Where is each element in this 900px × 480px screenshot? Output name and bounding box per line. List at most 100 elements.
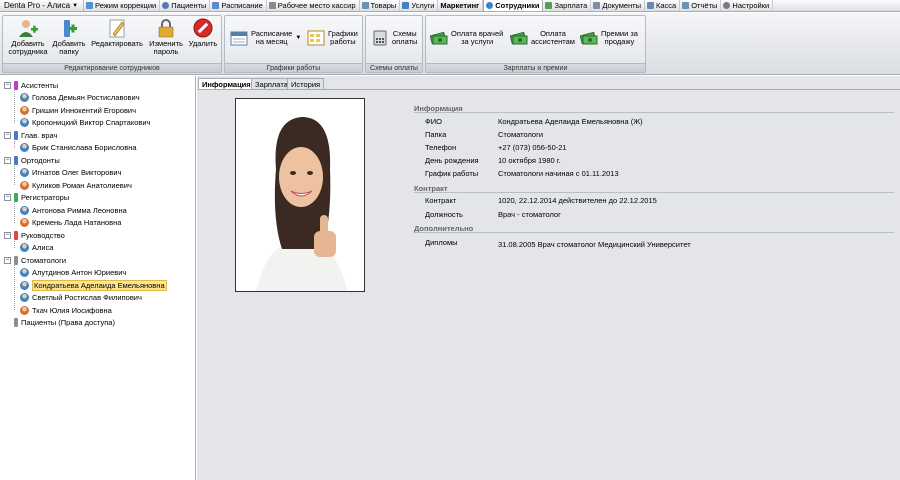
money-icon <box>579 30 598 46</box>
work-schedules-button[interactable]: Графики работы <box>307 30 358 46</box>
person-icon <box>20 105 29 115</box>
tab-goods[interactable]: Товары <box>360 0 401 11</box>
assistant-pay-button[interactable]: Оплата ассистентам <box>509 30 575 46</box>
tree-item-label: Алиса <box>32 243 54 252</box>
app-title: Denta Pro - Алиса <box>4 0 71 10</box>
tree-group[interactable]: − Асистенты <box>4 79 58 91</box>
birthday-value: 10 октября 1980 г. <box>498 156 561 165</box>
tree-item-label: Игнатов Олег Викторович <box>32 168 122 177</box>
tree-item-label: Брик Станислава Борисловна <box>32 143 137 152</box>
money-icon <box>429 30 448 46</box>
tab-label: Товары <box>370 0 397 10</box>
tab-patients[interactable]: Пациенты <box>160 0 211 11</box>
change-password-button[interactable]: Изменить пароль <box>147 18 185 56</box>
fio-value: Кондратьева Аделаида Емельяновна (Ж) <box>498 117 643 126</box>
services-icon <box>402 2 410 9</box>
person-icon <box>20 305 29 315</box>
app-menu[interactable]: Denta Pro - Алиса ▼ <box>0 0 85 11</box>
tree-connector <box>14 164 15 185</box>
position-label: Должность <box>425 210 463 219</box>
tree-item-employee[interactable]: Брик Станислава Борисловна <box>20 142 137 154</box>
monthly-schedule-button[interactable]: Расписание на месяц ▼ <box>230 30 301 46</box>
tab-cashier[interactable]: Рабочее место кассир <box>267 0 360 11</box>
schedule-label: График работы <box>425 169 479 178</box>
person-icon <box>20 280 29 290</box>
mode-icon <box>86 2 94 9</box>
reports-icon <box>682 2 690 9</box>
tree-group[interactable]: − Глав. врач <box>4 129 57 141</box>
tab-cash[interactable]: Касса <box>645 0 681 11</box>
phone-label: Телефон <box>425 143 457 152</box>
person-icon <box>20 205 29 215</box>
tree-group-label: Асистенты <box>21 80 59 90</box>
delete-button[interactable]: Удалить <box>187 18 219 48</box>
tab-label: Маркетинг <box>440 0 480 10</box>
tab-settings[interactable]: Настройки <box>721 0 774 11</box>
payment-schemes-button[interactable]: Схемы оплаты <box>371 30 417 46</box>
staff-tree[interactable]: − Асистенты Голова Демьян Ростиславович Гри… <box>0 76 196 480</box>
money-icon <box>509 30 528 46</box>
collapse-toggle-icon[interactable]: − <box>4 81 11 89</box>
fio-label: ФИО <box>425 117 442 126</box>
tab-schedule[interactable]: Расписание <box>210 0 267 11</box>
button-label: работы <box>330 37 356 46</box>
collapse-toggle-icon[interactable]: − <box>4 194 11 201</box>
tab-staff[interactable]: Сотрудники <box>483 0 544 11</box>
edit-button[interactable]: Редактировать <box>89 18 145 48</box>
tree-item-employee[interactable]: Антонова Римма Леоновна <box>20 204 127 216</box>
tree-item-employee[interactable]: Светлый Ростислав Филипович <box>20 292 142 304</box>
button-label: пароль <box>153 47 179 56</box>
tree-item-employee[interactable]: Гришин Иннокентий Егорович <box>20 104 136 116</box>
tree-item-employee[interactable]: Алиса <box>20 242 54 254</box>
ribbon-group-label: Графики работы <box>225 63 362 72</box>
tree-item-employee[interactable]: Куликов Роман Анатолиевич <box>20 179 132 191</box>
tree-group[interactable]: − Ортодонты <box>4 154 60 166</box>
tab-history[interactable]: История <box>287 78 325 89</box>
button-label: оплаты <box>392 37 418 46</box>
contract-value: 1020, 22.12.2014 действителен до 22.12.2… <box>498 196 657 205</box>
collapse-toggle-icon[interactable]: − <box>4 231 11 239</box>
collapse-toggle-icon[interactable]: − <box>4 131 11 139</box>
lock-icon <box>155 18 177 38</box>
tree-item-label: Гришин Иннокентий Егорович <box>32 105 137 115</box>
folder-icon <box>14 318 18 327</box>
tree-item-employee[interactable]: Кремень Лада Натановна <box>20 217 121 229</box>
tab-salary[interactable]: Зарплата <box>251 78 292 89</box>
tab-services[interactable]: Услуги <box>400 0 439 11</box>
collapse-toggle-icon[interactable]: − <box>4 156 11 164</box>
ribbon-group-salaries: Оплата врачей за услуги Оплата ассистент… <box>425 15 646 73</box>
person-icon <box>20 143 29 152</box>
tab-salary[interactable]: Зарплата <box>543 0 592 11</box>
person-icon <box>20 268 29 277</box>
tree-item-employee[interactable]: Кропоницкий Виктор Спартакович <box>20 117 150 129</box>
tab-label: Зарплата <box>554 0 588 10</box>
salary-icon <box>545 2 553 9</box>
button-label: папку <box>59 47 79 56</box>
tab-reports[interactable]: Отчёты <box>680 0 722 11</box>
button-label: за услуги <box>461 37 494 46</box>
tree-item-employee[interactable]: Ткач Юлия Иосифовна <box>20 304 112 316</box>
tree-item-employee[interactable]: Кондратьева Аделаида Емельяновна <box>20 279 167 291</box>
tree-item-employee[interactable]: Голова Демьян Ростиславович <box>20 92 140 104</box>
tree-group-label: Руководство <box>21 230 65 240</box>
tree-item-employee[interactable]: Игнатов Олег Викторович <box>20 167 121 179</box>
tab-marketing[interactable]: Маркетинг <box>438 0 484 11</box>
section-extra: Дополнительно <box>414 224 894 233</box>
collapse-toggle-icon[interactable]: − <box>4 256 11 264</box>
detail-panel: Информация Зарплата История Информация Ф… <box>197 76 900 480</box>
add-folder-button[interactable]: Добавить папку <box>51 18 87 56</box>
sales-bonus-button[interactable]: Премии за продажу <box>579 30 638 46</box>
tab-correction[interactable]: Режим коррекции <box>84 0 161 11</box>
tab-label: Сотрудники <box>495 0 540 10</box>
patients-icon <box>162 2 170 9</box>
folder-value: Стоматологи <box>498 130 544 139</box>
calculator-icon <box>371 30 389 46</box>
doctor-pay-button[interactable]: Оплата врачей за услуги <box>429 30 503 46</box>
section-contract: Контракт <box>414 184 894 193</box>
tab-documents[interactable]: Документы <box>591 0 645 11</box>
tree-connector <box>14 89 15 123</box>
tree-group-label: Ортодонты <box>21 155 60 165</box>
add-employee-button[interactable]: Добавить сотрудника <box>7 18 49 56</box>
tree-item-patients-access[interactable]: Пациенты (Права доступа) <box>14 317 115 329</box>
tree-item-employee[interactable]: Алутдинов Антон Юриевич <box>20 267 126 279</box>
